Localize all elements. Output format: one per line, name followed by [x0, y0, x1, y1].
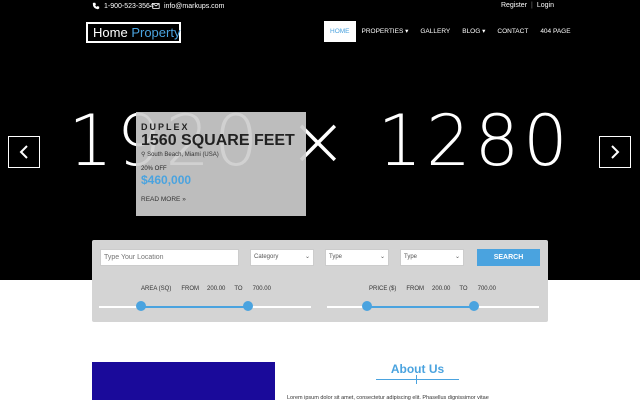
price-to-value: 700.00	[477, 286, 496, 292]
slider-next-button[interactable]	[599, 136, 631, 168]
property-card: DUPLEX 1560 SQUARE FEET ⚲ South Beach, M…	[136, 112, 306, 216]
location-search-input[interactable]	[100, 249, 239, 266]
phone-icon	[92, 2, 100, 10]
caret-down-icon: ▾	[405, 28, 409, 35]
chevron-right-icon	[611, 145, 620, 159]
nav-home[interactable]: HOME	[324, 21, 356, 42]
chevron-down-icon: ⌄	[379, 254, 385, 260]
phone-contact: 1-900-523-3564	[92, 2, 154, 10]
category-select[interactable]: Category ⌄	[250, 249, 314, 266]
price-range-labels: PRICE ($) FROM 200.00 TO 700.00	[369, 286, 496, 292]
category-select-value: Category	[254, 254, 279, 260]
property-search-panel: Category ⌄ Type ⌄ Type ⌄ SEARCH AREA (SQ…	[92, 240, 548, 322]
area-from-value: 200.00	[207, 286, 226, 292]
chevron-down-icon: ⌄	[304, 254, 310, 260]
nav-contact[interactable]: CONTACT	[491, 21, 534, 42]
area-slider-fill	[141, 306, 248, 308]
price-from-value: 200.00	[432, 286, 451, 292]
read-more-label: READ MORE	[141, 196, 181, 203]
property-price: $460,000	[141, 173, 192, 187]
register-link[interactable]: Register	[501, 2, 527, 9]
area-to-value: 700.00	[252, 286, 271, 292]
property-location-text: South Beach, Miami (USA)	[147, 152, 219, 158]
price-max-handle[interactable]	[469, 301, 479, 311]
site-logo[interactable]: Home Property	[86, 22, 181, 43]
nav-properties[interactable]: PROPERTIES ▾	[356, 21, 415, 42]
logo-property: Property	[131, 25, 181, 40]
map-marker-icon: ⚲	[141, 152, 146, 158]
price-min-handle[interactable]	[362, 301, 372, 311]
area-label: AREA (SQ)	[141, 286, 172, 292]
about-image	[92, 362, 275, 400]
nav-gallery[interactable]: GALLERY	[414, 21, 456, 42]
chevron-left-icon	[19, 145, 28, 159]
email-contact: info@markups.com	[152, 2, 224, 10]
double-chevron-right-icon: »	[182, 196, 186, 203]
nav-properties-label: PROPERTIES	[361, 28, 404, 35]
price-to-label: TO	[459, 286, 468, 292]
price-slider-fill	[367, 306, 474, 308]
caret-down-icon: ▾	[482, 28, 486, 35]
type-select-2[interactable]: Type ⌄	[400, 249, 464, 266]
auth-links: Register | Login	[501, 2, 554, 9]
hero-placeholder-text: 1920 × 1280	[68, 100, 572, 182]
phone-number[interactable]: 1-900-523-3564	[104, 3, 154, 10]
property-size: 1560 SQUARE FEET	[141, 132, 295, 149]
nav-blog-label: BLOG	[462, 28, 481, 35]
area-min-handle[interactable]	[136, 301, 146, 311]
email-address[interactable]: info@markups.com	[164, 3, 224, 10]
logo-home: Home	[93, 25, 128, 40]
type-select-1-value: Type	[329, 254, 343, 260]
envelope-icon	[152, 3, 160, 9]
area-max-handle[interactable]	[243, 301, 253, 311]
main-nav: HOME PROPERTIES ▾ GALLERY BLOG ▾ CONTACT…	[324, 21, 577, 42]
site-header: Home Property HOME PROPERTIES ▾ GALLERY …	[0, 12, 640, 50]
area-from-label: FROM	[181, 286, 200, 292]
read-more-link[interactable]: READ MORE »	[141, 196, 301, 203]
price-from-label: FROM	[406, 286, 425, 292]
type-select-2-value: Type	[404, 254, 418, 260]
auth-separator: |	[531, 2, 533, 9]
property-type: DUPLEX	[141, 122, 190, 132]
top-bar: 1-900-523-3564 info@markups.com Register…	[0, 0, 640, 12]
about-text: Lorem ipsum dolor sit amet, consectetur …	[287, 395, 489, 401]
nav-404[interactable]: 404 PAGE	[534, 21, 576, 42]
area-range-labels: AREA (SQ) FROM 200.00 TO 700.00	[141, 286, 271, 292]
nav-blog[interactable]: BLOG ▾	[456, 21, 491, 42]
slider-prev-button[interactable]	[8, 136, 40, 168]
about-divider	[376, 375, 459, 384]
search-button[interactable]: SEARCH	[477, 249, 540, 266]
price-label: PRICE ($)	[369, 286, 397, 292]
chevron-down-icon: ⌄	[454, 254, 460, 260]
type-select-1[interactable]: Type ⌄	[325, 249, 389, 266]
about-title: About Us	[390, 362, 445, 376]
property-discount: 20% OFF	[141, 166, 167, 172]
login-link[interactable]: Login	[537, 2, 554, 9]
area-to-label: TO	[234, 286, 243, 292]
about-divider-mark	[416, 375, 417, 384]
property-location: ⚲ South Beach, Miami (USA)	[141, 151, 301, 158]
